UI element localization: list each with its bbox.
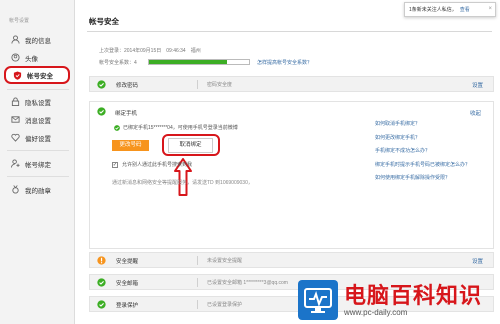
security-meter — [148, 59, 250, 65]
unbind-button[interactable]: 取消绑定 — [168, 138, 213, 153]
link-user-icon — [11, 159, 20, 168]
check-circle-icon — [97, 80, 106, 89]
sidebar-item-label: 偏好设置 — [25, 135, 51, 143]
bind-phone-panel: 绑定手机 收起 已绑定手机15*******04，可使用手机号登录当前微博 更改… — [89, 101, 494, 249]
help-link[interactable]: 如何取消手机绑定？ — [375, 120, 493, 127]
main-content: 帐号安全 上次登录：2014年09月15日 09:46:34 福州 帐号安全系数… — [75, 0, 500, 324]
help-link[interactable]: 手机绑定不成功怎么办？ — [375, 147, 493, 154]
security-row-password[interactable]: 修改密码 密码安全度 设置 — [89, 76, 494, 92]
row-divider — [197, 278, 198, 287]
row-set-link[interactable]: 设置 — [472, 81, 483, 89]
sidebar-item-label: 头像 — [25, 55, 38, 63]
improve-security-link[interactable]: 怎样提高帐号安全系数？ — [257, 59, 312, 66]
sidebar-heading: 帐号设置 — [9, 18, 30, 24]
warning-icon — [97, 256, 106, 265]
sidebar-item-label: 隐私设置 — [25, 99, 51, 107]
sidebar-item-preferences[interactable]: 偏好设置 — [4, 130, 70, 145]
sidebar-divider — [7, 176, 69, 177]
row-label: 安全提醒 — [116, 259, 139, 265]
sidebar-divider — [7, 89, 69, 90]
sidebar-item-label: 我的信息 — [25, 37, 51, 45]
sidebar-divider — [7, 150, 69, 151]
watermark-url: www.pc-daily.com — [344, 307, 408, 317]
row-divider — [197, 300, 198, 309]
watermark: 电脑百科知识 www.pc-daily.com — [298, 278, 498, 322]
security-row-reminder[interactable]: 安全提醒 未设置安全提醒 设置 — [89, 252, 494, 268]
sidebar-item-account-security[interactable]: 帐号安全 — [4, 66, 70, 84]
check-circle-icon — [97, 300, 106, 309]
shield-icon — [13, 70, 22, 80]
notification-popup: 1条新未关注人私信， 查看 × — [404, 2, 496, 17]
help-links: 如何取消手机绑定？ 如何更改绑定手机？ 手机绑定不成功怎么办？ 绑定手机时提示手… — [375, 120, 493, 188]
sidebar-item-my-info[interactable]: 我的信息 — [4, 32, 70, 47]
notify-instruction: 通过新消息和网络安全等提醒服务，请发送TD 到1069009030， — [112, 180, 253, 186]
row-label: 登录保护 — [116, 303, 139, 309]
title-divider — [87, 31, 492, 32]
watermark-title: 电脑百科知识 — [344, 282, 483, 308]
last-login-info: 上次登录：2014年09月15日 09:46:34 福州 — [99, 48, 201, 54]
sidebar-item-label: 消息设置 — [25, 117, 51, 125]
help-link[interactable]: 绑定手机时提示手机号码已被绑定怎么办？ — [375, 161, 493, 168]
avatar-icon — [11, 53, 20, 62]
message-icon — [11, 115, 20, 124]
check-icon — [114, 124, 120, 131]
panel-title: 绑定手机 — [115, 111, 138, 117]
sidebar-item-account-binding[interactable]: 帐号绑定 — [4, 156, 70, 171]
sidebar-item-message[interactable]: 消息设置 — [4, 112, 70, 127]
row-status: 已设置安全邮箱 1*********3@qq.com — [207, 280, 288, 286]
user-icon — [11, 35, 20, 44]
lock-icon — [11, 97, 20, 106]
row-set-link[interactable]: 设置 — [472, 257, 483, 265]
row-divider — [197, 80, 198, 89]
sidebar-item-avatar[interactable]: 头像 — [4, 50, 70, 65]
row-label: 安全邮箱 — [116, 281, 139, 287]
heart-icon — [11, 133, 20, 142]
sidebar-item-label: 帐号安全 — [27, 73, 53, 80]
security-meter-fill — [149, 60, 227, 64]
page-title: 帐号安全 — [89, 17, 119, 26]
row-label: 修改密码 — [116, 83, 139, 89]
row-status: 已设置登录保护 — [207, 302, 243, 308]
security-score-label: 帐号安全系数：4 — [99, 60, 137, 66]
help-link[interactable]: 如何使用绑定手机解除操作受限？ — [375, 174, 493, 181]
notification-view-link[interactable]: 查看 — [460, 6, 470, 13]
row-status: 密码安全度 — [207, 82, 233, 88]
sidebar-item-label: 我的勋章 — [25, 187, 51, 195]
sidebar-item-label: 帐号绑定 — [25, 161, 51, 169]
sidebar: 帐号设置 我的信息 头像 帐号安全 隐私设置 消息设置 偏好设置 帐号绑定 我的… — [0, 0, 75, 324]
close-icon[interactable]: × — [488, 6, 492, 12]
sidebar-item-privacy[interactable]: 隐私设置 — [4, 94, 70, 109]
allow-search-checkbox[interactable]: ✓ — [112, 161, 118, 168]
row-divider — [197, 256, 198, 265]
allow-search-option[interactable]: ✓ 允许别人通过此手机号搜索到我 — [112, 161, 192, 168]
notification-text: 1条新未关注人私信， — [409, 7, 457, 13]
row-status: 未设置安全提醒 — [207, 258, 243, 264]
help-link[interactable]: 如何更改绑定手机？ — [375, 134, 493, 141]
monitor-logo-icon — [298, 280, 338, 320]
change-number-button[interactable]: 更改号码 — [112, 140, 149, 151]
watermark-text: 电脑百科知识 www.pc-daily.com — [344, 282, 483, 317]
check-circle-icon — [97, 107, 106, 116]
phone-bound-status: 已绑定手机15*******04，可使用手机号登录当前微博 — [114, 124, 238, 131]
sidebar-item-medals[interactable]: 我的勋章 — [4, 182, 70, 197]
phone-status-text: 已绑定手机15*******04，可使用手机号登录当前微博 — [123, 125, 238, 131]
check-circle-icon — [97, 278, 106, 287]
allow-search-label: 允许别人通过此手机号搜索到我 — [122, 162, 193, 168]
medal-icon — [11, 185, 20, 194]
collapse-link[interactable]: 收起 — [470, 109, 481, 117]
